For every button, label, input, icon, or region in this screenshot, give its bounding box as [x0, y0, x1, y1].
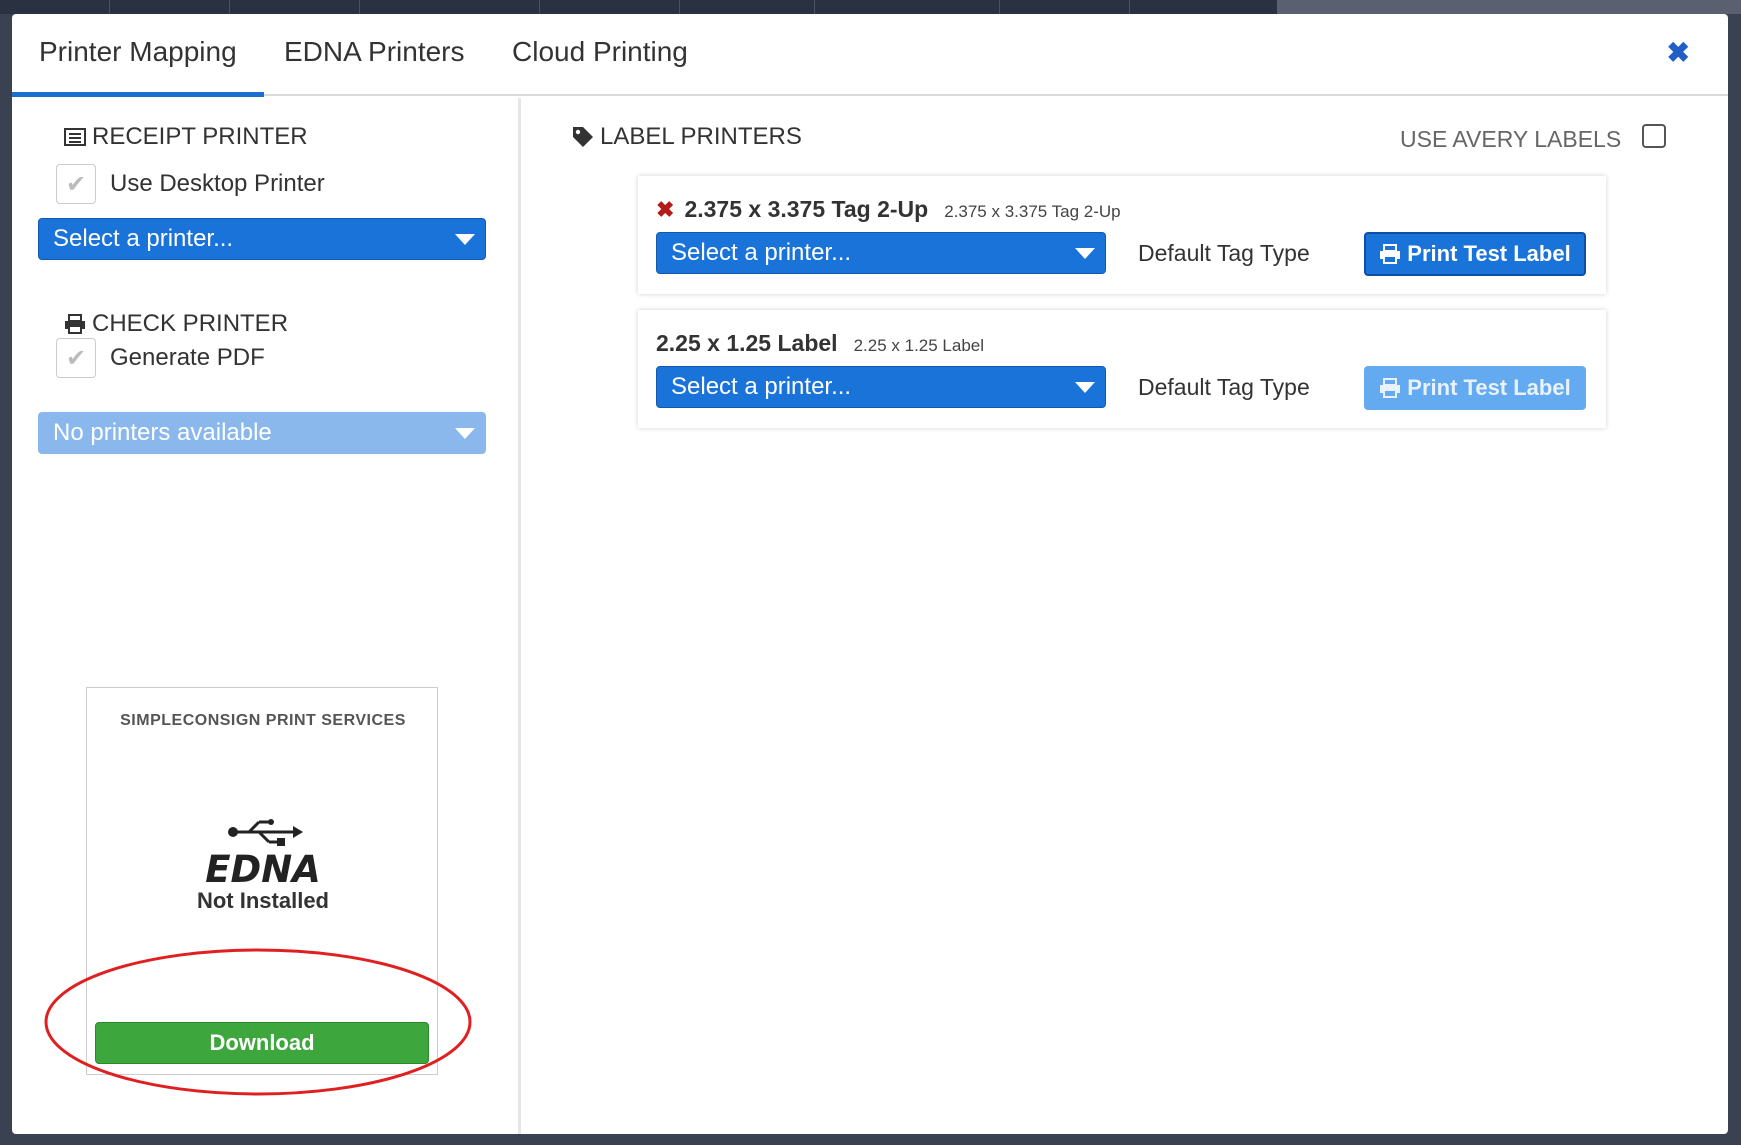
tab-edna-printers[interactable]: EDNA Printers [284, 36, 465, 68]
label-printer-select-value: Select a printer... [671, 239, 852, 266]
label-printer-card: 2.25 x 1.25 Label 2.25 x 1.25 Label Sele… [638, 310, 1606, 428]
use-desktop-printer-label: Use Desktop Printer [110, 170, 325, 197]
background-tab [680, 0, 815, 14]
receipt-icon [64, 128, 86, 146]
print-test-label-button[interactable]: Print Test Label [1364, 232, 1586, 276]
background-tab [0, 0, 110, 14]
printer-icon [1380, 378, 1401, 398]
label-printer-card: ✖ 2.375 x 3.375 Tag 2-Up 2.375 x 3.375 T… [638, 176, 1606, 294]
check-printer-select-value: No printers available [53, 419, 272, 446]
generate-pdf-label: Generate PDF [110, 344, 265, 371]
tag-icon [573, 127, 593, 147]
chevron-down-icon [455, 234, 475, 245]
close-icon[interactable]: ✖ [1667, 36, 1690, 69]
use-desktop-printer-row: ✔ Use Desktop Printer [56, 164, 325, 204]
receipt-printer-heading: RECEIPT PRINTER [64, 123, 308, 151]
label-printer-select-value: Select a printer... [671, 373, 852, 400]
background-panel [1277, 0, 1741, 14]
check-printer-heading: CHECK PRINTER [64, 310, 288, 338]
print-test-label-button[interactable]: Print Test Label [1364, 366, 1586, 410]
tab-printer-mapping[interactable]: Printer Mapping [12, 36, 264, 97]
background-tab [815, 0, 1000, 14]
generate-pdf-checkbox[interactable]: ✔ [56, 338, 96, 378]
label-printer-select[interactable]: Select a printer... [656, 232, 1106, 274]
printer-settings-modal: Printer Mapping EDNA Printers Cloud Prin… [12, 14, 1728, 1134]
check-printer-title: CHECK PRINTER [92, 310, 289, 337]
tab-cloud-printing[interactable]: Cloud Printing [512, 36, 688, 68]
check-printer-select[interactable]: No printers available [38, 412, 486, 454]
background-tab [230, 0, 360, 14]
label-printer-card-title: 2.375 x 3.375 Tag 2-Up [684, 196, 929, 222]
printer-icon [1380, 244, 1401, 264]
print-test-label-text: Print Test Label [1407, 241, 1571, 266]
label-printers-heading: LABEL PRINTERS [572, 123, 802, 151]
label-printer-select[interactable]: Select a printer... [656, 366, 1106, 408]
print-services-card: SIMPLECONSIGN PRINT SERVICES EDNA Not In… [86, 687, 438, 1075]
generate-pdf-row: ✔ Generate PDF [56, 338, 265, 378]
label-printer-card-subtitle: 2.375 x 3.375 Tag 2-Up [944, 202, 1121, 221]
label-printer-card-header: ✖ 2.375 x 3.375 Tag 2-Up 2.375 x 3.375 T… [656, 196, 1121, 223]
default-tag-type-label: Default Tag Type [1138, 374, 1310, 400]
label-printer-card-title: 2.25 x 1.25 Label [656, 330, 838, 356]
use-desktop-printer-checkbox[interactable]: ✔ [56, 164, 96, 204]
background-tab [540, 0, 680, 14]
download-button[interactable]: Download [95, 1022, 429, 1064]
receipt-printer-title: RECEIPT PRINTER [92, 123, 308, 150]
left-panel: RECEIPT PRINTER ✔ Use Desktop Printer Se… [12, 98, 521, 1134]
label-printer-card-header: 2.25 x 1.25 Label 2.25 x 1.25 Label [656, 330, 984, 357]
print-test-label-text: Print Test Label [1407, 375, 1571, 400]
background-tab [110, 0, 230, 14]
edna-status: Not Installed [196, 888, 329, 913]
chevron-down-icon [455, 428, 475, 439]
printer-icon [65, 314, 85, 334]
tab-bar: Printer Mapping EDNA Printers Cloud Prin… [12, 14, 1728, 97]
edna-logo: EDNA [205, 819, 321, 888]
receipt-printer-select-value: Select a printer... [53, 225, 234, 252]
label-printer-card-subtitle: 2.25 x 1.25 Label [853, 336, 985, 355]
print-services-title: SIMPLECONSIGN PRINT SERVICES [120, 712, 406, 729]
use-avery-labels-label: USE AVERY LABELS [1400, 126, 1622, 152]
background-tab [1000, 0, 1130, 14]
background-tab [360, 0, 540, 14]
use-avery-labels-checkbox[interactable] [1642, 124, 1666, 148]
default-tag-type-label: Default Tag Type [1138, 240, 1310, 266]
receipt-printer-select[interactable]: Select a printer... [38, 218, 486, 260]
label-printers-title: LABEL PRINTERS [600, 123, 802, 150]
chevron-down-icon [1075, 248, 1095, 259]
usb-icon [228, 819, 303, 846]
error-x-icon: ✖ [656, 197, 675, 222]
edna-logo-text: EDNA [205, 848, 321, 888]
chevron-down-icon [1075, 382, 1095, 393]
